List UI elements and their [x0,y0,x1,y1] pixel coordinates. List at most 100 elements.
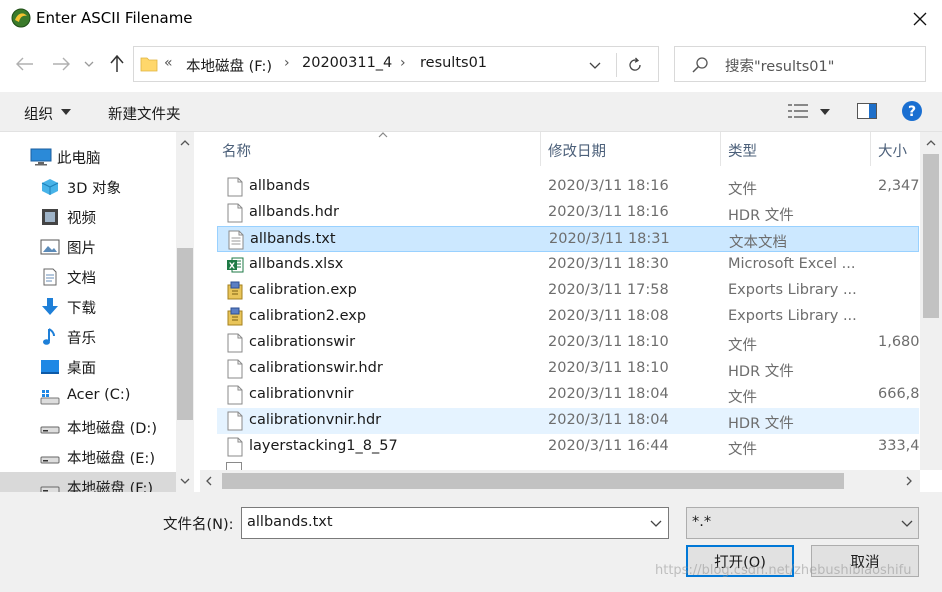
file-row-allbands-hdr[interactable]: allbands.hdr 2020/3/11 18:16 HDR 文件 [217,200,919,226]
file-row-allbands[interactable]: allbands 2020/3/11 18:16 文件 2,347 [217,174,920,200]
breadcrumb-drive-f[interactable]: 本地磁盘 (F:) [186,55,272,76]
column-header-type[interactable]: 类型 [728,140,757,161]
view-options-dropdown[interactable] [820,109,830,115]
column-header-date[interactable]: 修改日期 [548,140,606,161]
preview-pane-button[interactable] [857,103,877,119]
file-name: calibrationvnir.hdr [249,412,382,428]
file-type: 文件 [728,338,757,354]
file-size: 333,4 [878,438,920,454]
nav-label: 音乐 [67,331,96,347]
nav-label: 桌面 [67,361,96,377]
column-divider[interactable] [870,132,871,166]
nav-label: 下载 [67,301,96,317]
file-size: 2,347 [878,178,920,194]
file-row-allbands-txt[interactable]: allbands.txt 2020/3/11 18:31 文本文档 [217,226,919,252]
file-date: 2020/3/11 18:10 [548,334,669,350]
file-row-calibrationvnir[interactable]: calibrationvnir 2020/3/11 18:04 文件 666,8 [217,382,920,408]
close-button[interactable] [904,6,936,32]
music-note-icon [40,328,60,346]
file-type: 文件 [728,182,757,198]
file-row-calibration-exp[interactable]: calibration.exp 2020/3/11 17:58 Exports … [217,278,919,304]
nav-item-music[interactable]: 音乐 [0,322,176,352]
up-button[interactable] [104,51,130,77]
file-type: Exports Library ... [728,282,857,298]
address-bar[interactable]: « 本地磁盘 (F:) › 20200311_4 › results01 [133,46,659,82]
close-icon [913,12,927,26]
nav-item-desktop[interactable]: 桌面 [0,352,176,382]
breadcrumb-separator-icon[interactable]: › [284,55,290,71]
nav-scroll-thumb[interactable] [177,248,193,420]
file-row-layerstacking1-8-57[interactable]: layerstacking1_8_57 2020/3/11 16:44 文件 3… [217,434,920,460]
back-button[interactable] [12,51,38,77]
scroll-down-icon[interactable] [180,478,190,484]
cube-3d-icon [40,178,60,196]
file-type: 文本文档 [729,235,787,251]
nav-item-drive-c[interactable]: Acer (C:) [0,382,176,412]
help-button[interactable]: ? [902,101,922,121]
breadcrumb-overflow[interactable]: « [164,55,173,71]
file-icon [226,411,244,431]
file-type-filter[interactable]: *.* [686,507,919,539]
file-row-calibration2-exp[interactable]: calibration2.exp 2020/3/11 18:08 Exports… [217,304,919,330]
file-row-calibrationvnir-hdr[interactable]: calibrationvnir.hdr 2020/3/11 18:04 HDR … [217,408,919,434]
file-name: allbands.hdr [249,204,339,220]
file-row-allbands-xlsx[interactable]: X allbands.xlsx 2020/3/11 18:30 Microsof… [217,252,919,278]
forward-button[interactable] [48,51,74,77]
scroll-up-icon[interactable] [180,140,190,146]
nav-item-drive-d[interactable]: 本地磁盘 (D:) [0,412,176,442]
address-dropdown-button[interactable] [582,53,608,77]
new-folder-button[interactable]: 新建文件夹 [108,103,181,124]
file-type: HDR 文件 [728,208,794,224]
file-list: 名称 修改日期 类型 大小 allbands 2020/3/11 18:16 文… [200,132,942,492]
view-details-button[interactable] [788,103,808,119]
nav-item-pictures[interactable]: 图片 [0,232,176,262]
nav-item-documents[interactable]: 文档 [0,262,176,292]
breadcrumb-separator-icon[interactable]: › [400,55,406,71]
nav-item-videos[interactable]: 视频 [0,202,176,232]
nav-item-drive-f[interactable]: 本地磁盘 (F:) [0,472,176,494]
refresh-button[interactable] [616,53,652,77]
horizontal-scroll-thumb[interactable] [222,473,844,489]
nav-label: 本地磁盘 (D:) [67,421,157,437]
idl-app-icon [11,8,31,28]
column-divider[interactable] [540,132,541,166]
file-icon [226,359,244,379]
column-divider[interactable] [720,132,721,166]
column-header-size[interactable]: 大小 [878,140,907,161]
filter-value: *.* [692,514,712,530]
breadcrumb-20200311-4[interactable]: 20200311_4 [302,55,392,71]
windows-drive-icon [40,388,60,406]
filename-input[interactable]: allbands.txt [241,507,669,539]
chevron-down-icon [84,61,94,67]
nav-item-this-pc[interactable]: 此电脑 [0,142,176,172]
file-type: HDR 文件 [728,364,794,380]
file-type: Exports Library ... [728,308,857,324]
navigation-pane: 此电脑 3D 对象 视频 图片 文档 下载 音乐 桌面 Acer (C:) 本地… [0,132,196,494]
file-list-horizontal-scrollbar[interactable] [200,470,920,492]
nav-item-3d-objects[interactable]: 3D 对象 [0,172,176,202]
file-name: calibrationswir [249,334,356,350]
organize-button[interactable]: 组织 [24,103,53,124]
scroll-up-icon[interactable] [926,140,936,146]
scroll-left-icon[interactable] [206,476,212,486]
search-box[interactable]: 搜索"results01" [674,46,926,82]
nav-item-downloads[interactable]: 下载 [0,292,176,322]
back-arrow-icon [16,57,33,71]
file-list-vertical-scrollbar[interactable] [920,132,942,470]
nav-scrollbar[interactable] [176,132,194,492]
nav-item-drive-e[interactable]: 本地磁盘 (E:) [0,442,176,472]
file-scroll-thumb[interactable] [923,154,939,318]
file-row-calibrationswir-hdr[interactable]: calibrationswir.hdr 2020/3/11 18:10 HDR … [217,356,919,382]
picture-icon [40,238,60,256]
breadcrumb-results01[interactable]: results01 [420,55,487,71]
exports-library-icon [226,307,244,327]
column-header-name[interactable]: 名称 [222,140,251,161]
download-arrow-icon [40,298,60,316]
file-row-calibrationswir[interactable]: calibrationswir 2020/3/11 18:10 文件 1,680 [217,330,920,356]
watermark-text: https://blog.csdn.net/zhebushibiaoshifu [655,563,912,578]
scroll-right-icon[interactable] [906,476,912,486]
file-type: HDR 文件 [728,416,794,432]
recent-locations-button[interactable] [80,51,98,77]
chevron-down-icon[interactable] [650,520,662,527]
up-arrow-icon [110,55,124,72]
